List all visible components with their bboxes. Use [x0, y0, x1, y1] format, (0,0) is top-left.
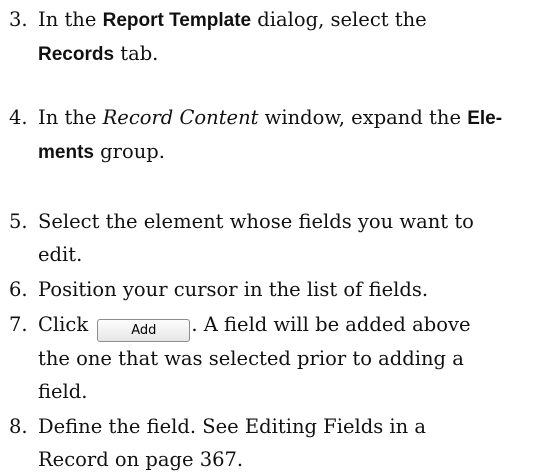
- step-number: 6.: [9, 278, 28, 301]
- step-text-line: Select the element whose fields you want…: [38, 210, 474, 233]
- step-text: Position your cursor in the list of fiel…: [38, 273, 528, 306]
- step-text-segment: In the: [38, 8, 103, 31]
- step-text-segment: group.: [93, 140, 165, 163]
- step-text: Click Add. A field will be added above t…: [38, 308, 528, 408]
- step-number: 7.: [9, 313, 28, 336]
- step-number: 5.: [9, 210, 28, 233]
- tab-name: Records: [38, 44, 115, 65]
- step-text-line: edit.: [38, 243, 83, 266]
- step-text-segment: tab.: [114, 42, 159, 65]
- step-text: In the Report Template dialog, select th…: [38, 3, 528, 71]
- dialog-name: Report Template: [102, 10, 252, 31]
- group-name-part-2: ments: [38, 142, 94, 163]
- step-text-segment: Click: [38, 313, 95, 336]
- step-number: 8.: [9, 415, 28, 438]
- step-text-line: the one that was selected prior to addin…: [38, 347, 464, 370]
- step-text: In the Record Content window, expand the…: [38, 101, 528, 169]
- step-text: Select the element whose fields you want…: [38, 205, 528, 271]
- step-text-line: Position your cursor in the list of fiel…: [38, 278, 429, 301]
- step-text: Define the field. See Editing Fields in …: [38, 410, 528, 476]
- step-text-line: Define the field. See Editing Fields in …: [38, 415, 427, 438]
- step-text-segment: window, expand the: [258, 106, 468, 129]
- step-text-line: Record on page 367.: [38, 448, 244, 471]
- group-name-part-1: Ele-: [467, 108, 503, 129]
- step-text-segment: In the: [38, 106, 103, 129]
- step-text-segment: dialog, select the: [251, 8, 427, 31]
- step-number: 3.: [9, 8, 28, 31]
- add-button[interactable]: Add: [97, 319, 191, 342]
- step-text-line: field.: [38, 380, 88, 403]
- window-name: Record Content: [102, 106, 259, 129]
- step-text-segment: . A field will be added above: [191, 313, 471, 336]
- step-number: 4.: [9, 106, 28, 129]
